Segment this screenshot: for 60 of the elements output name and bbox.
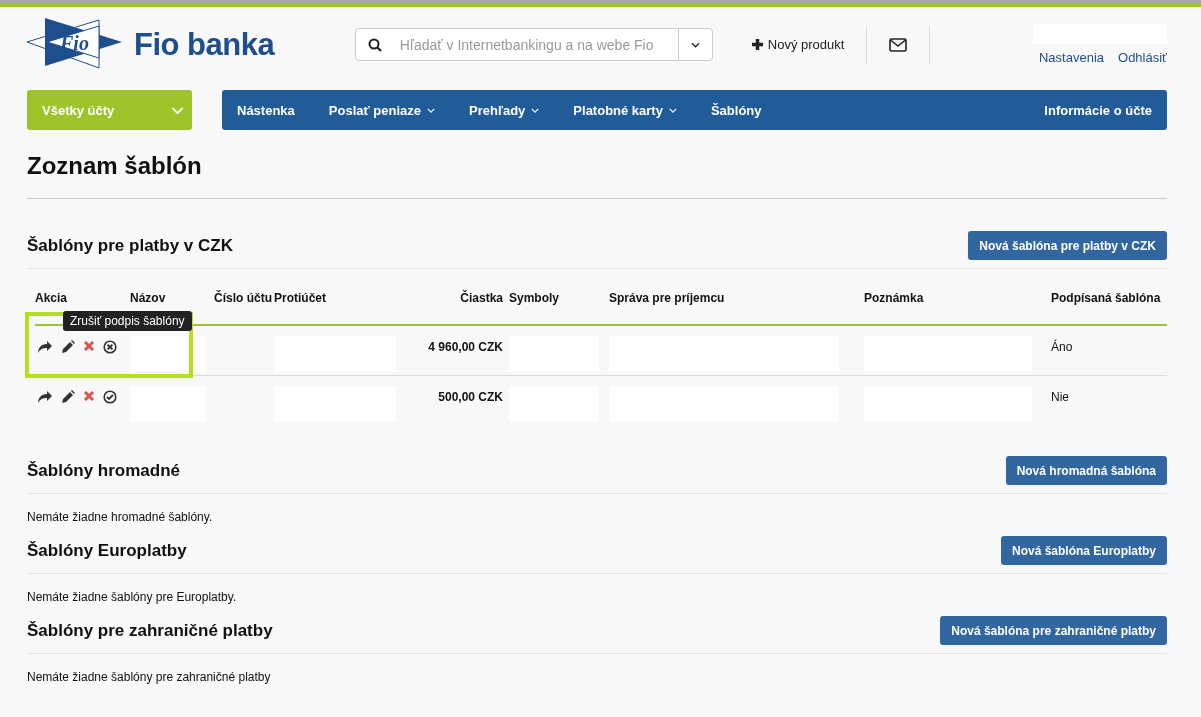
nav-item[interactable]: Prehľady <box>469 102 540 118</box>
pencil-icon <box>61 340 75 354</box>
mail-button[interactable] <box>889 37 908 52</box>
new-product-button[interactable]: Nový produkt <box>750 37 845 52</box>
section-title: Šablóny Europlatby <box>27 540 187 561</box>
signed-cell-text: Áno <box>1051 338 1074 356</box>
nav-item[interactable]: Platobné karty <box>573 102 677 118</box>
column-header: Čiastka <box>459 291 504 306</box>
delete-button[interactable] <box>81 390 97 402</box>
search-box[interactable]: Hľadať v Internetbankingu a na webe Fio <box>354 28 713 61</box>
search-field[interactable]: Hľadať v Internetbankingu a na webe Fio <box>397 35 678 54</box>
use-template-button[interactable] <box>35 340 55 354</box>
section-title: Šablóny pre zahraničné platby <box>27 620 273 641</box>
envelope-icon <box>889 37 908 52</box>
use-template-button[interactable] <box>35 390 55 404</box>
nav-item[interactable]: Nástenka <box>237 102 295 118</box>
page-title: Zoznam šablón <box>27 152 1167 199</box>
column-header: Poznámka <box>864 291 925 306</box>
amount-cell-text: 4 960,00 CZK <box>427 339 504 356</box>
column-header: Správa pre príjemcu <box>609 291 726 306</box>
column-header: Číslo účtu <box>214 291 273 306</box>
amount-cell-text: 500,00 CZK <box>437 389 504 406</box>
section-title: Šablóny pre platby v CZK <box>27 235 233 256</box>
sign-button[interactable] <box>101 390 119 404</box>
column-header: Symboly <box>509 291 560 306</box>
search-icon <box>367 37 382 52</box>
header-link[interactable]: Odhlásiť <box>1118 50 1167 65</box>
column-header: Názov <box>130 291 167 306</box>
share-arrow-icon <box>37 390 53 404</box>
chevron-down-icon <box>171 105 184 115</box>
check-circle-icon <box>103 390 117 404</box>
empty-message: Nemáte žiadne hromadné šablóny. <box>27 510 214 524</box>
new-template-button[interactable]: Nová hromadná šablóna <box>1005 456 1167 485</box>
delete-button[interactable] <box>81 340 97 352</box>
section-title: Šablóny hromadné <box>27 460 181 481</box>
header-link[interactable]: Nastavenia <box>1039 50 1105 65</box>
signed-cell-text: Nie <box>1051 389 1070 406</box>
unsign-button[interactable] <box>101 340 119 354</box>
brand-name: Fio banka <box>134 26 275 63</box>
empty-message: Nemáte žiadne šablóny pre zahraničné platby <box>27 670 272 684</box>
new-template-button[interactable]: Nová šablóna pre platby v CZK <box>968 231 1167 260</box>
column-header: Podpísaná šablóna <box>1051 291 1161 306</box>
edit-button[interactable] <box>59 390 77 404</box>
delete-icon <box>83 340 95 352</box>
share-arrow-icon <box>37 340 53 354</box>
pencil-icon <box>61 390 75 404</box>
nav-item[interactable]: Šablóny <box>710 102 762 118</box>
edit-button[interactable] <box>59 340 77 354</box>
nav-item[interactable]: Poslať peniaze <box>328 102 436 118</box>
new-template-button[interactable]: Nová šablóna Europlatby <box>1000 536 1167 565</box>
cancel-circle-icon <box>103 340 117 354</box>
delete-icon <box>83 390 95 402</box>
nav-item[interactable]: Informácie o účte <box>1044 102 1152 118</box>
column-header: Akcia <box>35 291 69 306</box>
tooltip: Zrušiť podpis šablóny <box>63 311 192 331</box>
new-template-button[interactable]: Nová šablóna pre zahraničné platby <box>940 616 1167 645</box>
empty-message: Nemáte žiadne šablóny pre Europlatby. <box>27 590 238 604</box>
column-header: Protiúčet <box>274 291 327 306</box>
chevron-down-icon <box>690 41 700 48</box>
plus-icon <box>750 38 764 51</box>
